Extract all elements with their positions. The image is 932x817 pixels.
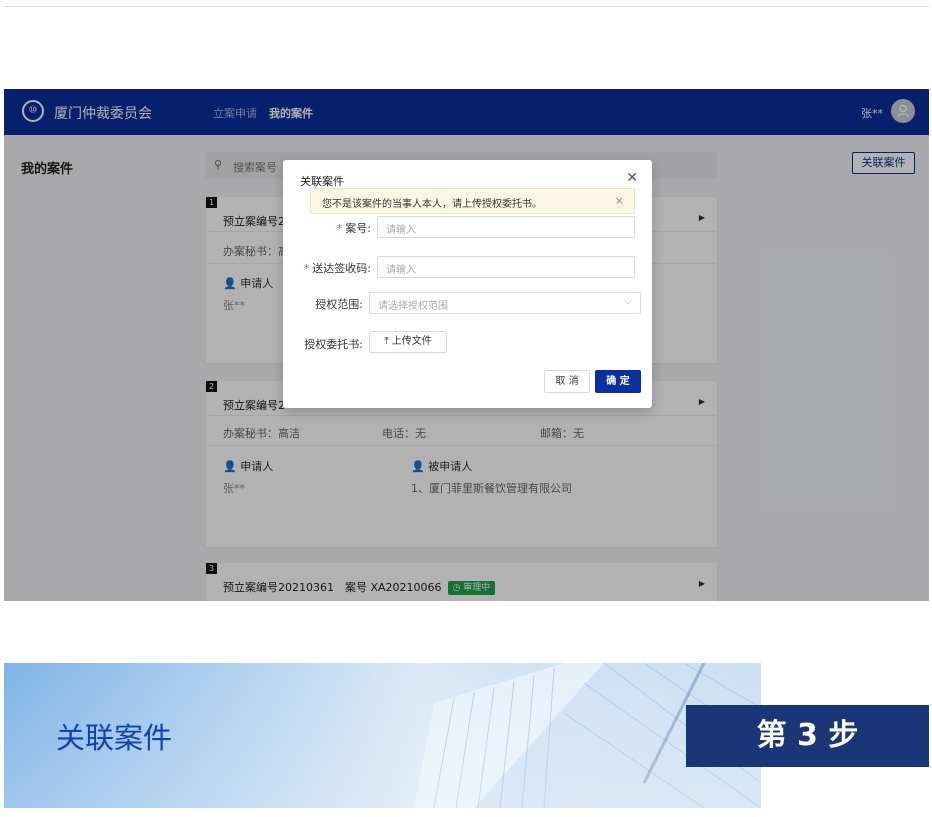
confirm-button[interactable]: 确 定	[595, 370, 641, 393]
warning-alert: 您不是该案件的当事人本人，请上传授权委托书。 ×	[310, 188, 635, 214]
letter-label: 授权委托书:	[304, 338, 363, 351]
alert-text: 您不是该案件的当事人本人，请上传授权委托书。	[322, 199, 542, 210]
scope-select[interactable]: 请选择授权范围 ⌵	[369, 292, 641, 314]
scope-placeholder: 请选择授权范围	[378, 301, 448, 312]
code-label: * 送达签收码:	[303, 262, 371, 275]
case-no-input[interactable]: 请输入	[377, 216, 635, 238]
alert-close-icon[interactable]: ×	[615, 194, 624, 207]
link-case-dialog: 关联案件 ✕ 您不是该案件的当事人本人，请上传授权委托书。 × * 案号: 请输入…	[283, 160, 652, 408]
cancel-button[interactable]: 取 消	[544, 370, 590, 393]
upload-icon: ⤒	[384, 336, 389, 347]
case-no-label: * 案号:	[336, 222, 371, 235]
scope-label: 授权范围:	[315, 298, 363, 311]
code-placeholder: 请输入	[386, 265, 416, 276]
upload-button-label: 上传文件	[391, 336, 432, 347]
chevron-down-icon: ⌵	[624, 296, 632, 307]
upload-file-button[interactable]: ⤒ 上传文件	[369, 331, 447, 353]
top-divider	[4, 6, 929, 7]
step-label: 第 3 步	[686, 705, 929, 767]
case-no-placeholder: 请输入	[386, 225, 416, 236]
app-screenshot: ⑩ 厦门仲裁委员会 立案申请 我的案件 张** 我的案件 ⚲ 搜索案号 关联案件…	[4, 89, 929, 601]
dialog-title: 关联案件	[300, 175, 344, 188]
banner-title: 关联案件	[56, 721, 173, 755]
step-banner: 关联案件	[4, 663, 761, 808]
close-icon[interactable]: ✕	[626, 170, 638, 186]
code-input[interactable]: 请输入	[377, 256, 635, 278]
